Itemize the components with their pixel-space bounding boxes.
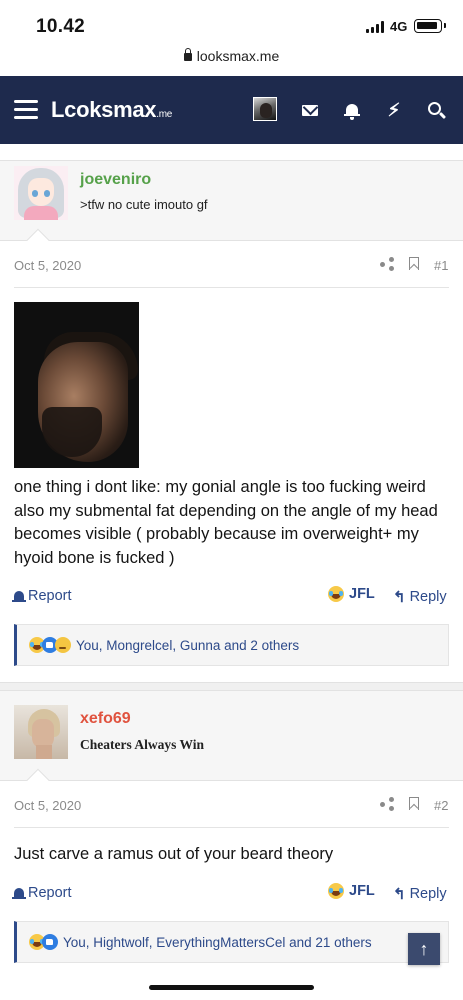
- post-image[interactable]: [14, 302, 139, 468]
- post-body: one thing i dont like: my gonial angle i…: [14, 478, 438, 567]
- post-actions: Report JFL ↰ Reply: [0, 881, 463, 907]
- post-separator: [0, 682, 463, 690]
- menu-icon[interactable]: [14, 100, 38, 120]
- post-meta: Oct 5, 2020 #2: [0, 783, 463, 827]
- post-number[interactable]: #2: [434, 798, 448, 813]
- inbox-icon[interactable]: [298, 98, 322, 122]
- post-date[interactable]: Oct 5, 2020: [14, 258, 81, 273]
- author-avatar[interactable]: [14, 166, 68, 220]
- author-title: Cheaters Always Win: [80, 737, 205, 752]
- whats-new-icon[interactable]: ⚡︎: [382, 98, 406, 122]
- reply-button[interactable]: ↰ Reply: [393, 588, 447, 606]
- share-icon[interactable]: [380, 257, 394, 271]
- post-author-block: xefo69 Cheaters Always Win: [0, 690, 463, 792]
- share-icon[interactable]: [380, 797, 394, 811]
- laughing-emoji-icon: [328, 883, 344, 899]
- bell-icon: [12, 888, 26, 899]
- react-button[interactable]: JFL: [328, 883, 375, 899]
- site-logo[interactable]: Lcoksmax.me: [51, 97, 172, 123]
- url-text: looksmax.me: [196, 48, 280, 64]
- divider: [14, 827, 449, 828]
- bell-icon: [12, 591, 26, 602]
- browser-url-bar[interactable]: looksmax.me: [0, 48, 463, 76]
- reactions-summary[interactable]: You, Hightwolf, EverythingMattersCel and…: [63, 935, 372, 950]
- post-date[interactable]: Oct 5, 2020: [14, 798, 81, 813]
- hmm-emoji-icon: [55, 637, 71, 653]
- post-author-block: joeveniro >tfw no cute imouto gf: [0, 160, 463, 252]
- divider: [14, 287, 449, 288]
- like-emoji-icon: [42, 934, 58, 950]
- report-button[interactable]: Report: [12, 885, 72, 901]
- lock-icon: [183, 48, 192, 61]
- post-actions: Report JFL ↰ Reply: [0, 584, 463, 610]
- battery-icon: [414, 19, 446, 33]
- post-meta: Oct 5, 2020 #1: [0, 243, 463, 287]
- react-button[interactable]: JFL: [328, 586, 375, 602]
- post-number[interactable]: #1: [434, 258, 448, 273]
- laughing-emoji-icon: [328, 586, 344, 602]
- site-header: Lcoksmax.me ⚡︎: [0, 76, 463, 144]
- reply-button[interactable]: ↰ Reply: [393, 885, 447, 903]
- bookmark-icon[interactable]: [409, 797, 419, 810]
- author-avatar[interactable]: [14, 705, 68, 759]
- report-button[interactable]: Report: [12, 588, 72, 604]
- reactions-bar[interactable]: You, Hightwolf, EverythingMattersCel and…: [14, 921, 449, 963]
- arrow-up-icon: ↑: [419, 938, 429, 959]
- post-body: Just carve a ramus out of your beard the…: [14, 845, 334, 863]
- signal-icon: [366, 21, 384, 33]
- scroll-to-top-button[interactable]: ↑: [408, 933, 440, 965]
- reactions-bar[interactable]: You, Mongrelcel, Gunna and 2 others: [14, 624, 449, 666]
- status-bar: 10.42 4G: [0, 0, 463, 48]
- status-time: 10.42: [36, 16, 86, 37]
- reactions-summary[interactable]: You, Mongrelcel, Gunna and 2 others: [76, 638, 299, 653]
- author-title: >tfw no cute imouto gf: [80, 197, 208, 212]
- author-username[interactable]: xefo69: [80, 710, 131, 728]
- notifications-icon[interactable]: [340, 98, 364, 122]
- bookmark-icon[interactable]: [409, 257, 419, 270]
- search-icon[interactable]: [424, 98, 448, 122]
- network-type: 4G: [390, 19, 408, 34]
- author-username[interactable]: joeveniro: [80, 171, 151, 189]
- reply-arrow-icon: ↰: [393, 589, 406, 606]
- home-indicator[interactable]: [149, 985, 314, 990]
- user-avatar[interactable]: [253, 97, 277, 121]
- reply-arrow-icon: ↰: [393, 886, 406, 903]
